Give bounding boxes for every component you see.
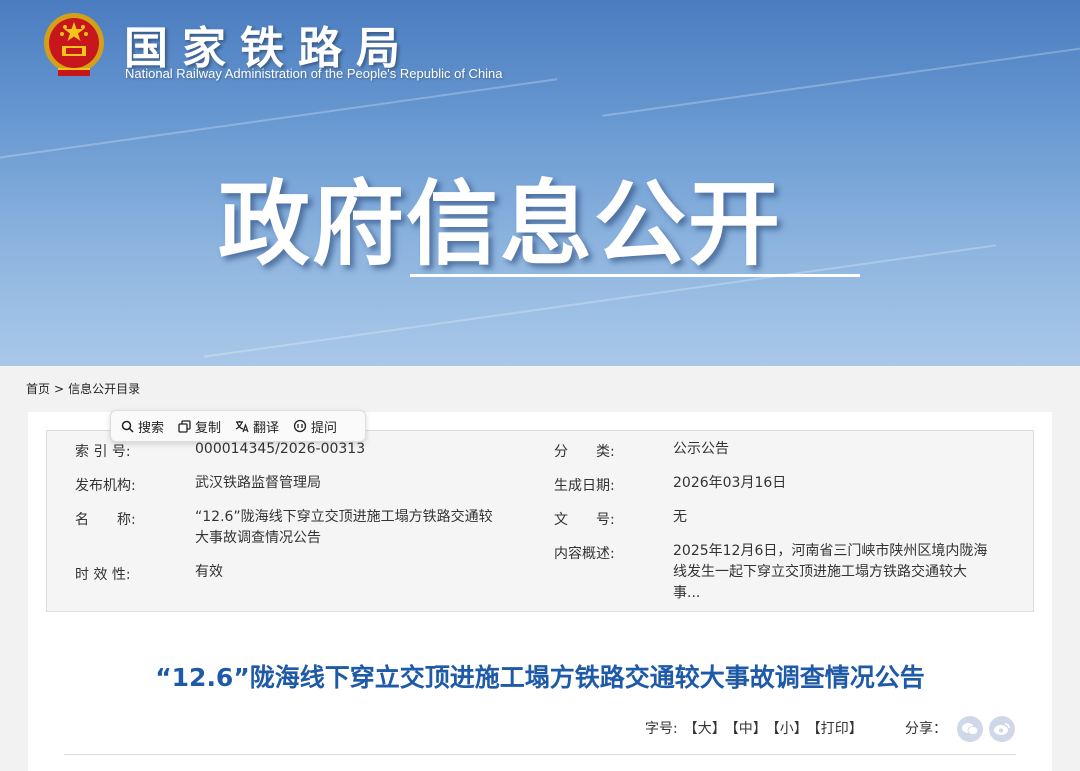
site-subtitle: National Railway Administration of the P… xyxy=(125,66,503,81)
font-small-button[interactable]: 【小】 xyxy=(773,721,808,737)
font-large-button[interactable]: 【大】 xyxy=(684,721,726,737)
summary-line1: 2025年12月6日，河南省三门峡市陕州区境内陇海 xyxy=(673,543,988,559)
publisher-label: 发布机构: xyxy=(75,478,136,494)
category-label: 分 类: xyxy=(554,444,615,460)
name-label: 名 称: xyxy=(75,512,136,528)
info-box: 索 引 号: 000014345/2026-00313 发布机构: 武汉铁路监督… xyxy=(46,430,1034,612)
docno-value: 无 xyxy=(673,509,687,525)
popup-translate-label: 翻译 xyxy=(253,420,280,436)
article-title: “12.6”陇海线下穿立交顶进施工塌方铁路交通较大事故调查情况公告 xyxy=(155,663,925,692)
hero-title: 政府信息公开 xyxy=(218,171,783,278)
validity-value: 有效 xyxy=(195,564,223,580)
name-value-line1: “12.6”陇海线下穿立交顶进施工塌方铁路交通较 xyxy=(195,509,493,525)
font-size-label: 字号: xyxy=(645,721,678,737)
wechat-icon[interactable] xyxy=(957,716,983,742)
popup-search-label: 搜索 xyxy=(138,420,165,436)
date-value: 2026年03月16日 xyxy=(673,475,787,491)
hero-underline xyxy=(410,274,860,277)
print-button[interactable]: 【打印】 xyxy=(814,721,863,737)
decor-streak xyxy=(602,45,1080,117)
breadcrumb-separator: > xyxy=(54,382,65,396)
popup-search-button[interactable]: 搜索 xyxy=(121,417,164,436)
content-panel: 索 引 号: 000014345/2026-00313 发布机构: 武汉铁路监督… xyxy=(28,412,1052,771)
font-medium-button[interactable]: 【中】 xyxy=(732,721,767,737)
summary-line3: 事... xyxy=(673,585,701,601)
date-label: 生成日期: xyxy=(554,478,615,494)
summary-label: 内容概述: xyxy=(554,546,615,562)
font-size-tools: 字号: 【大】 【中】 【小】 【打印】 xyxy=(645,718,863,738)
index-label: 索 引 号: xyxy=(75,444,131,460)
header-banner: 国家铁路局 National Railway Administration of… xyxy=(0,0,1080,366)
share-label: 分享： xyxy=(905,721,947,737)
validity-label: 时 效 性: xyxy=(75,567,131,583)
popup-ask-label: 提问 xyxy=(311,420,338,436)
selection-popup-toolbar: 搜索 复制 翻译 提问 xyxy=(110,410,366,442)
docno-label: 文 号: xyxy=(554,512,615,528)
popup-copy-label: 复制 xyxy=(195,420,222,436)
index-value: 000014345/2026-00313 xyxy=(195,441,366,457)
weibo-icon[interactable] xyxy=(989,716,1015,742)
search-icon xyxy=(121,420,134,433)
category-value: 公示公告 xyxy=(673,441,729,457)
national-emblem-icon[interactable] xyxy=(40,10,108,80)
publisher-value: 武汉铁路监督管理局 xyxy=(195,475,321,491)
translate-icon xyxy=(235,420,249,432)
popup-translate-button[interactable]: 翻译 xyxy=(235,417,279,436)
popup-ask-button[interactable]: 提问 xyxy=(293,417,337,436)
ask-icon xyxy=(293,419,307,433)
breadcrumb-current[interactable]: 信息公开目录 xyxy=(68,382,140,396)
article-divider xyxy=(64,754,1016,755)
name-value-line2: 大事故调查情况公告 xyxy=(195,530,321,546)
breadcrumb-home[interactable]: 首页 xyxy=(26,382,50,396)
popup-copy-button[interactable]: 复制 xyxy=(178,417,221,436)
copy-icon xyxy=(178,419,191,433)
summary-line2: 线发生一起下穿立交顶进施工塌方铁路交通较大 xyxy=(673,564,967,580)
breadcrumb: 首页 > 信息公开目录 xyxy=(26,380,140,397)
